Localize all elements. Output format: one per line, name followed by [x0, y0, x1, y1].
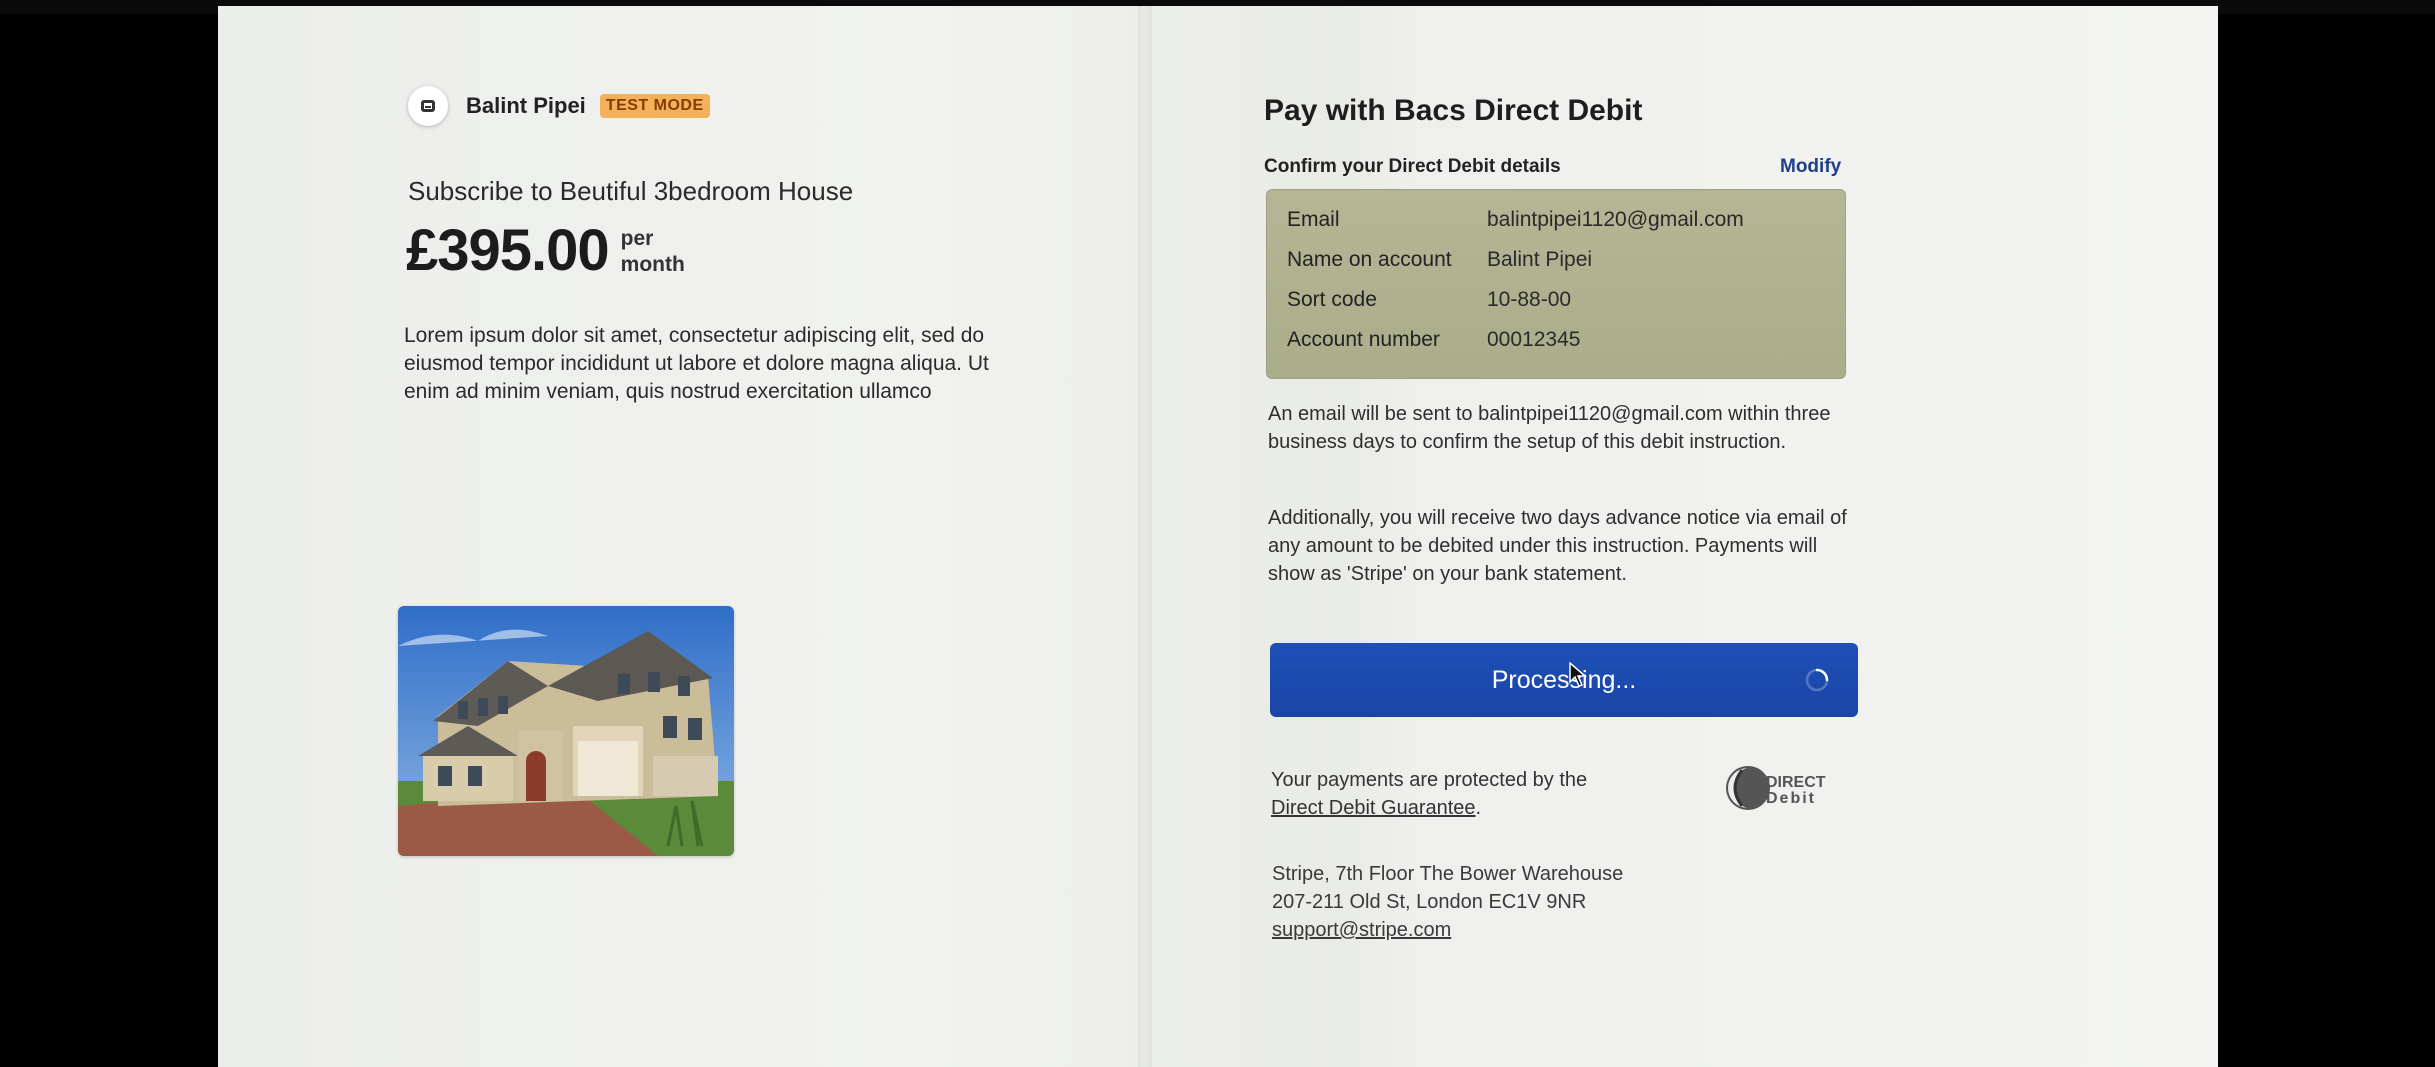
support-email-link[interactable]: support@stripe.com — [1272, 919, 1451, 941]
stripe-address: Stripe, 7th Floor The Bower Warehouse 20… — [1272, 860, 1623, 944]
direct-debit-logo: DIRECT Debit — [1722, 760, 1842, 816]
price-period-line1: per — [620, 227, 654, 250]
processing-button-label: Processing... — [1491, 665, 1637, 694]
dd-logo-text-direct: DIRECT — [1766, 774, 1826, 791]
mouse-cursor-icon — [1569, 662, 1587, 687]
detail-label: Email — [1287, 208, 1340, 231]
email-confirmation-info: An email will be sent to balintpipei1120… — [1268, 403, 1831, 453]
direct-debit-guarantee-link[interactable]: Direct Debit Guarantee — [1271, 797, 1476, 819]
price-amount: £395.00 — [406, 218, 610, 283]
confirm-details-label: Confirm your Direct Debit details — [1264, 156, 1561, 177]
detail-row-sort-code: Sort code 10-88-00 — [1287, 288, 1571, 312]
detail-row-email: Email balintpipei1120@gmail.com — [1287, 208, 1744, 232]
address-line2: 207-211 Old St, London EC1V 9NR — [1272, 891, 1587, 913]
test-mode-badge: TEST MODE — [599, 94, 710, 118]
price-row: £395.00 per month — [406, 218, 685, 284]
checkout-page: Balint Pipei TEST MODE Subscribe to Beut… — [218, 6, 2218, 1067]
debit-details-box: Email balintpipei1120@gmail.com Name on … — [1266, 189, 1846, 379]
detail-value: Balint Pipei — [1487, 248, 1593, 271]
price-period: per month — [621, 226, 685, 278]
dd-logo-text-debit: Debit — [1766, 790, 1816, 807]
detail-value: 10-88-00 — [1487, 288, 1572, 311]
price-period-line2: month — [620, 253, 685, 276]
detail-value: 00012345 — [1487, 328, 1581, 351]
modify-link[interactable]: Modify — [1780, 156, 1841, 178]
product-image — [398, 606, 734, 856]
processing-button[interactable]: Processing... — [1270, 643, 1858, 717]
address-line1: Stripe, 7th Floor The Bower Warehouse — [1272, 863, 1624, 885]
detail-label: Account number — [1287, 328, 1440, 351]
advance-notice-info: Additionally, you will receive two days … — [1268, 507, 1847, 585]
subscribe-title: Subscribe to Beutiful 3bedroom House — [408, 176, 854, 206]
merchant-header: Balint Pipei TEST MODE — [408, 86, 710, 126]
panel-divider — [1138, 6, 1152, 1067]
product-description: Lorem ipsum dolor sit amet, consectetur … — [404, 324, 989, 403]
protected-text: Your payments are protected by the — [1271, 769, 1588, 791]
merchant-logo-icon[interactable] — [408, 86, 448, 126]
guarantee-text: Your payments are protected by the Direc… — [1271, 766, 1587, 822]
spinner-icon — [1805, 668, 1829, 692]
detail-label: Sort code — [1287, 288, 1377, 311]
detail-label: Name on account — [1287, 248, 1452, 271]
detail-row-name: Name on account Balint Pipei — [1287, 248, 1592, 272]
guarantee-suffix: . — [1475, 797, 1482, 819]
detail-value: balintpipei1120@gmail.com — [1487, 208, 1744, 231]
merchant-name: Balint Pipei — [466, 93, 586, 118]
detail-row-account-number: Account number 00012345 — [1287, 328, 1580, 352]
payment-title: Pay with Bacs Direct Debit — [1264, 94, 1643, 127]
